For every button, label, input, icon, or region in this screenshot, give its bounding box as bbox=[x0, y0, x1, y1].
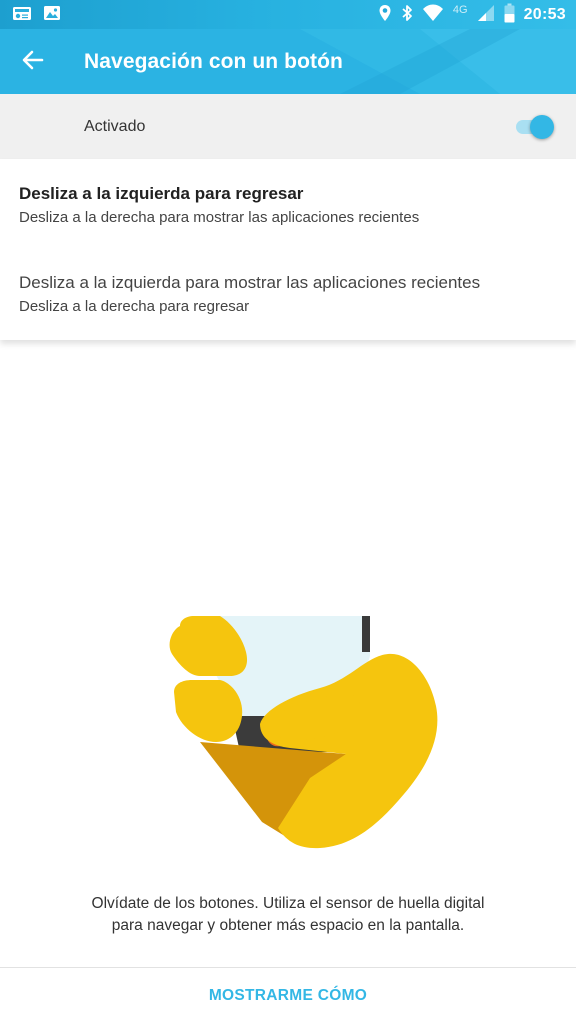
back-button[interactable] bbox=[0, 29, 64, 94]
status-bar: 4G 20:53 bbox=[0, 0, 576, 29]
network-type-label: 4G bbox=[452, 3, 468, 16]
option-subtitle: Desliza a la derecha para mostrar las ap… bbox=[19, 209, 420, 226]
toggle-thumb bbox=[530, 115, 554, 139]
master-switch-label: Activado bbox=[84, 117, 146, 135]
clock: 20:53 bbox=[523, 5, 566, 23]
page-title: Navegación con un botón bbox=[84, 49, 343, 73]
image-icon bbox=[43, 5, 61, 25]
signal-icon bbox=[477, 4, 495, 26]
option-title: Desliza a la izquierda para regresar bbox=[19, 184, 304, 203]
bluetooth-icon bbox=[401, 4, 413, 26]
option-title: Desliza a la izquierda para mostrar las … bbox=[19, 273, 481, 292]
show-me-how-button[interactable]: MOSTRARME CÓMO bbox=[0, 968, 576, 1024]
radio-icon bbox=[12, 5, 32, 25]
arrow-left-icon bbox=[22, 49, 44, 75]
navigation-options: Desliza a la izquierda para regresar Des… bbox=[0, 159, 576, 340]
option-subtitle: Desliza a la derecha para regresar bbox=[19, 298, 250, 315]
description-line: Olvídate de los botones. Utiliza el sens… bbox=[91, 895, 485, 912]
option-swipe-left-recents[interactable]: Desliza a la izquierda para mostrar las … bbox=[0, 273, 576, 315]
wifi-icon bbox=[422, 4, 444, 26]
app-bar: Navegación con un botón bbox=[0, 29, 576, 94]
battery-icon bbox=[504, 3, 515, 27]
feature-description: Olvídate de los botones. Utiliza el sens… bbox=[0, 893, 576, 937]
master-toggle[interactable] bbox=[514, 114, 554, 140]
fingerprint-illustration bbox=[160, 616, 450, 852]
master-switch-row[interactable]: Activado bbox=[0, 94, 576, 159]
location-icon bbox=[378, 4, 392, 26]
option-swipe-left-back[interactable]: Desliza a la izquierda para regresar Des… bbox=[0, 184, 576, 226]
description-line: para navegar y obtener más espacio en la… bbox=[111, 917, 465, 934]
